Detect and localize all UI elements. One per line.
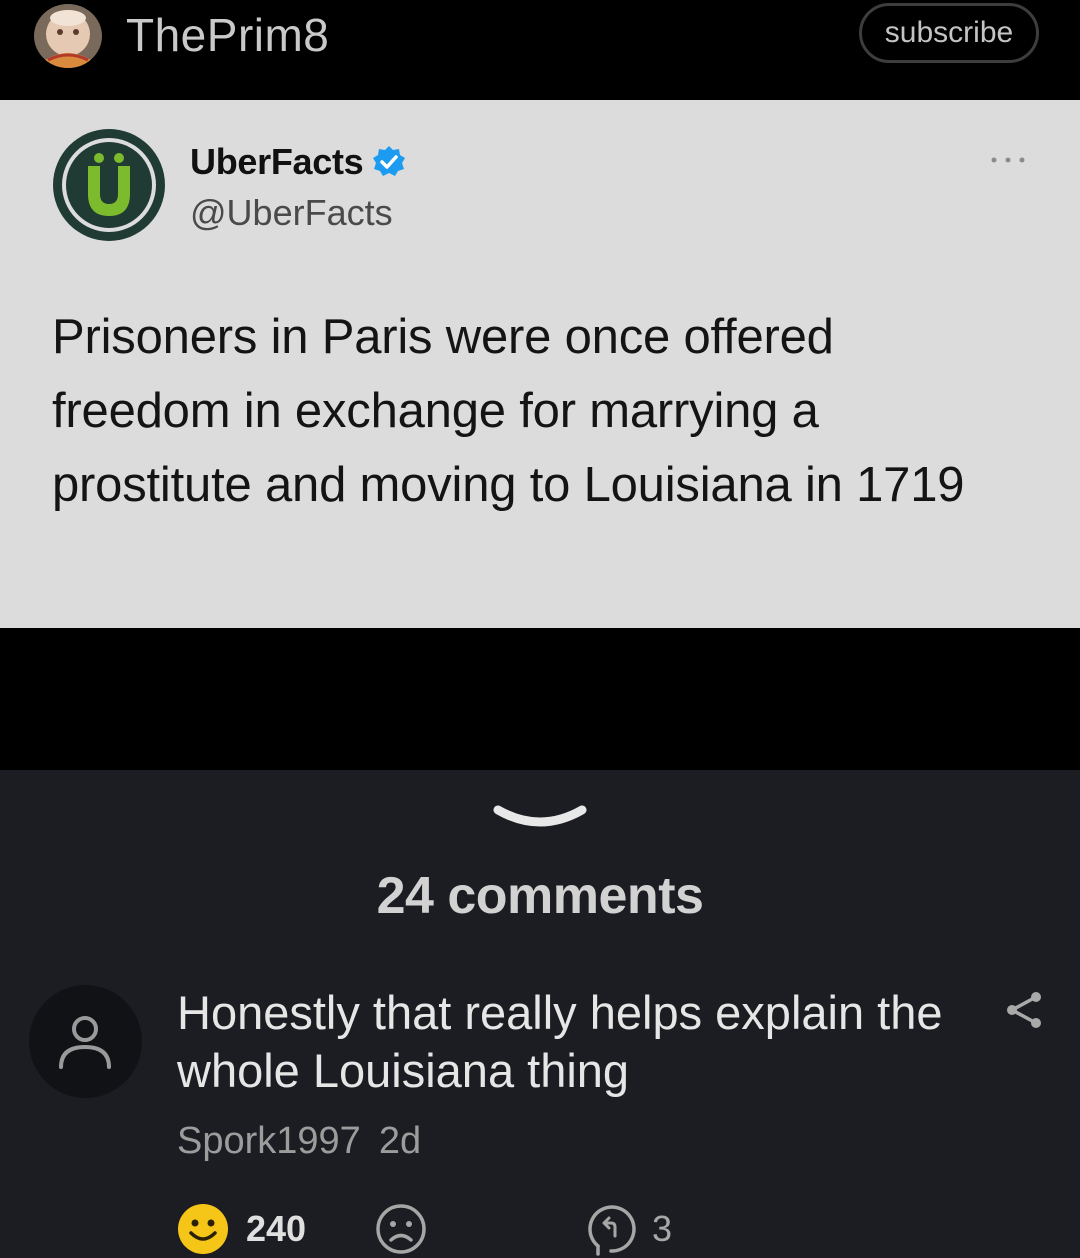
user-icon — [59, 1016, 111, 1069]
reply-count: 3 — [652, 1208, 673, 1249]
poster-username[interactable]: ThePrim8 — [126, 8, 329, 62]
tweet-text: Prisoners in Paris were once offered fre… — [52, 310, 965, 512]
comment-text: Honestly that really helps explain the w… — [177, 986, 943, 1097]
like-button[interactable]: 240 — [176, 1202, 306, 1256]
comment-time: 2d — [378, 1120, 422, 1162]
top-bar: ThePrim8 subscribe — [0, 0, 1080, 100]
comment-author[interactable]: Spork1997 — [177, 1120, 361, 1162]
verified-badge-icon — [373, 146, 406, 176]
tweet-display-name: UberFacts — [190, 141, 364, 182]
share-icon[interactable] — [1004, 990, 1044, 1030]
commenter-avatar[interactable] — [29, 985, 142, 1098]
frown-icon — [376, 1204, 426, 1254]
more-options-icon — [991, 157, 1025, 163]
subscribe-button[interactable]: subscribe — [859, 3, 1039, 63]
chevron-down-icon[interactable] — [492, 800, 588, 836]
dislike-button[interactable] — [374, 1202, 428, 1256]
reply-icon — [588, 1205, 636, 1256]
like-count: 240 — [246, 1208, 307, 1249]
tweet-handle: @UberFacts — [190, 192, 393, 233]
smiley-icon — [178, 1204, 228, 1254]
poster-avatar[interactable] — [34, 4, 102, 68]
reply-button[interactable]: 3 — [584, 1202, 672, 1256]
comment-meta: Spork1997 2d — [177, 1120, 421, 1163]
media-letterbox — [0, 628, 1080, 770]
tweet-image: UberFacts @UberFacts Prisoners in Paris … — [0, 100, 1080, 628]
comments-section: 24 comments Honestly that really helps e… — [0, 770, 1080, 1256]
comments-count: 24 comments — [376, 867, 704, 925]
uberfacts-logo-icon — [53, 129, 165, 241]
comment-actions: 240 3 — [176, 1202, 696, 1258]
tweet-author-row: UberFacts — [190, 140, 407, 184]
